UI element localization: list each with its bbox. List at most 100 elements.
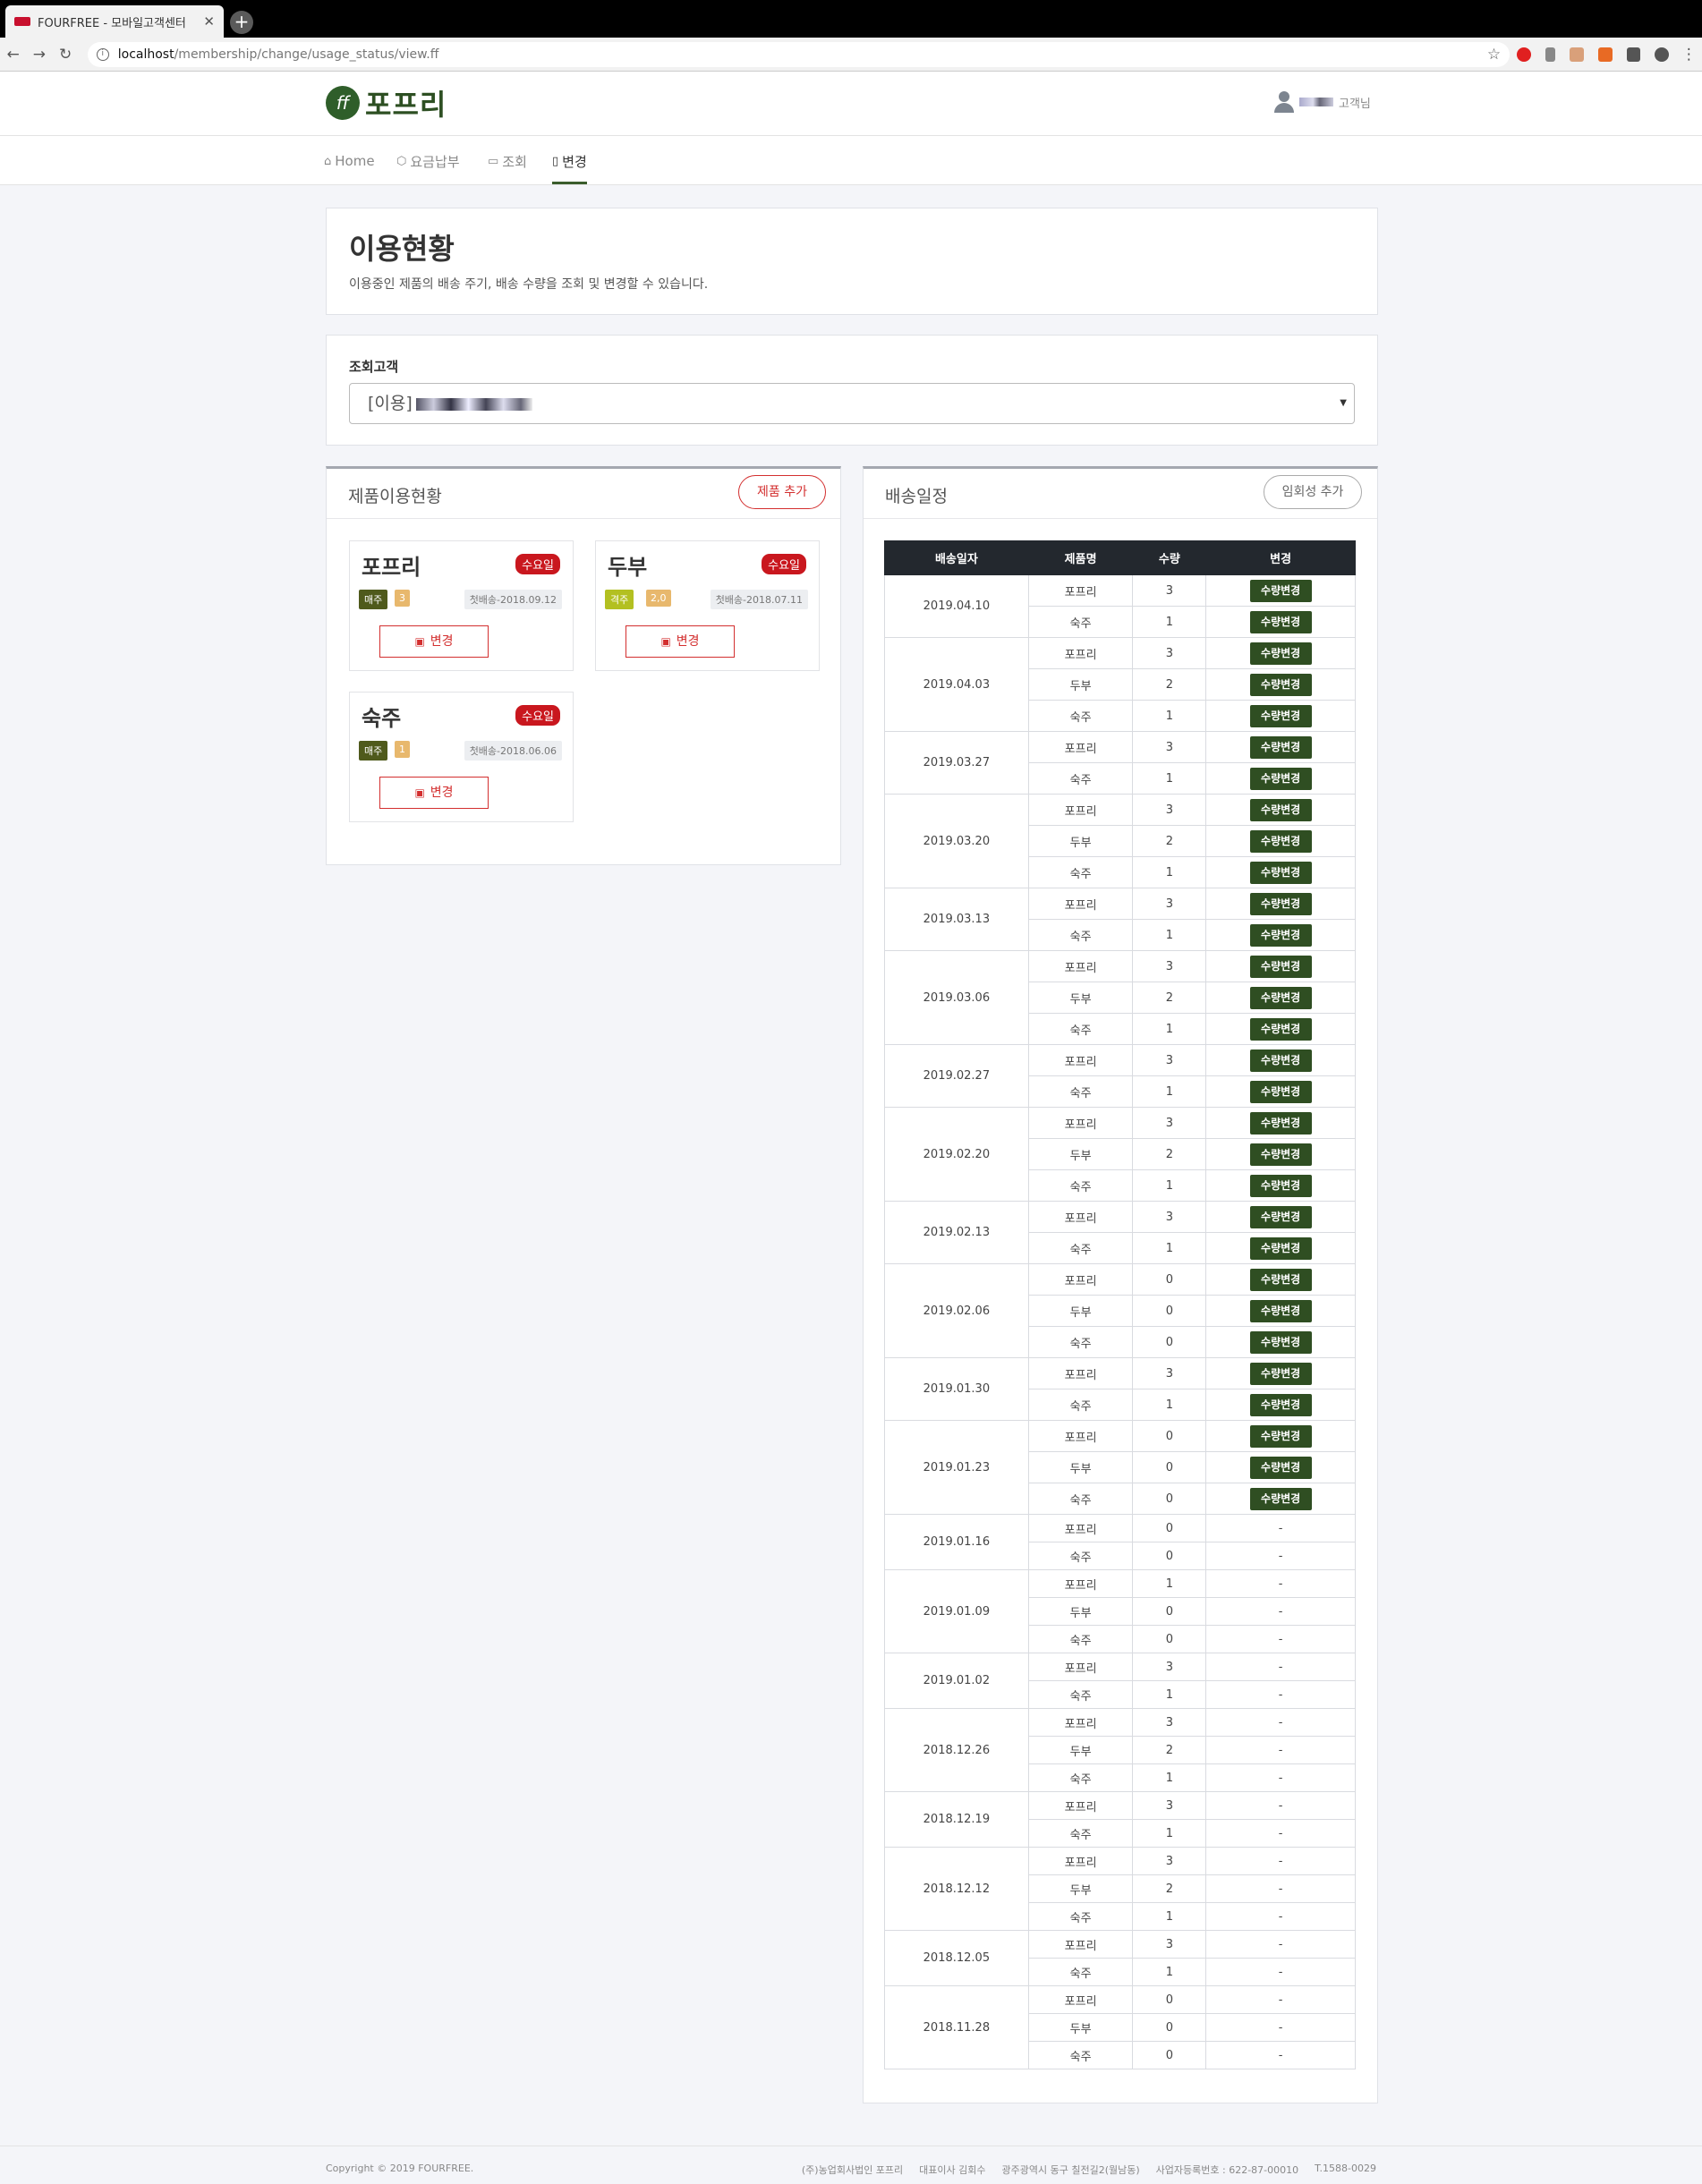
change-cell: 수량변경 — [1205, 1044, 1356, 1076]
change-quantity-button[interactable]: 수량변경 — [1249, 1049, 1312, 1072]
close-tab-icon[interactable]: ✕ — [203, 13, 215, 30]
quantity: 0 — [1132, 1985, 1207, 2014]
opera-extension-icon[interactable] — [1517, 47, 1531, 62]
product-name: 두부 — [608, 555, 648, 580]
footer: Copyright © 2019 FOURFREE. (주)농업회사법인 포프리… — [0, 2146, 1702, 2184]
change-quantity-button[interactable]: 수량변경 — [1249, 1111, 1312, 1134]
product-name: 두부 — [1027, 825, 1134, 857]
add-one-time-button[interactable]: 임회성 추가 — [1264, 475, 1362, 509]
change-quantity-button[interactable]: 수량변경 — [1249, 767, 1312, 790]
add-product-button[interactable]: 제품 추가 — [738, 475, 826, 509]
customer-select[interactable]: [이용] ▼ — [349, 383, 1355, 424]
logo[interactable]: ff 포프리 — [326, 82, 447, 123]
nav-home[interactable]: ⌂ Home — [324, 150, 375, 172]
no-change-dash: - — [1278, 1909, 1283, 1924]
notice-extension-icon[interactable] — [1626, 47, 1641, 62]
nav-inquiry[interactable]: ▭ 조회 — [488, 150, 527, 172]
change-quantity-button[interactable]: 수량변경 — [1249, 1080, 1312, 1103]
intro-panel: 이용현황 이용중인 제품의 배송 주기, 배송 수량을 조회 및 변경할 수 있… — [326, 208, 1378, 315]
nav-change[interactable]: ▯ 변경 — [552, 150, 587, 184]
change-quantity-button[interactable]: 수량변경 — [1249, 579, 1312, 602]
products-header: 제품이용현황 제품 추가 — [327, 469, 840, 519]
ie-tab-extension-icon[interactable] — [1597, 47, 1613, 62]
change-product-button[interactable]: ▣ 변경 — [625, 625, 735, 658]
delivery-date: 2019.04.10 — [884, 574, 1029, 638]
change-quantity-button[interactable]: 수량변경 — [1249, 1487, 1312, 1510]
delivery-day-badge: 수요일 — [762, 554, 806, 574]
quantity: 1 — [1132, 856, 1207, 888]
change-cell: - — [1205, 1874, 1356, 1903]
quantity: 1 — [1132, 1013, 1207, 1045]
change-quantity-button[interactable]: 수량변경 — [1249, 861, 1312, 884]
change-quantity-button[interactable]: 수량변경 — [1249, 673, 1312, 696]
change-quantity-button[interactable]: 수량변경 — [1249, 798, 1312, 821]
delivery-date: 2019.02.13 — [884, 1201, 1029, 1264]
nav-payment[interactable]: ⬡ 요금납부 — [396, 150, 460, 172]
change-quantity-button[interactable]: 수량변경 — [1249, 1362, 1312, 1385]
change-quantity-button[interactable]: 수량변경 — [1249, 1174, 1312, 1197]
no-change-dash: - — [1278, 1549, 1283, 1563]
change-quantity-button[interactable]: 수량변경 — [1249, 1143, 1312, 1166]
change-quantity-button[interactable]: 수량변경 — [1249, 829, 1312, 853]
product-name: 숙주 — [1027, 1389, 1134, 1421]
page-title: 이용현황 — [349, 232, 455, 266]
change-quantity-button[interactable]: 수량변경 — [1249, 1299, 1312, 1322]
quantity: 1 — [1132, 606, 1207, 638]
change-cell: - — [1205, 1514, 1356, 1542]
change-quantity-button[interactable]: 수량변경 — [1249, 1017, 1312, 1041]
no-change-dash: - — [1278, 1687, 1283, 1702]
change-cell: 수량변경 — [1205, 731, 1356, 763]
change-quantity-button[interactable]: 수량변경 — [1249, 735, 1312, 759]
new-tab-button[interactable]: + — [230, 11, 253, 34]
product-name: 숙주 — [1027, 1625, 1134, 1653]
url-field[interactable]: i localhost/membership/change/usage_stat… — [87, 41, 1511, 67]
forward-icon[interactable]: → — [26, 46, 52, 64]
change-product-button[interactable]: ▣ 변경 — [379, 777, 489, 809]
nav-change-label: 변경 — [562, 153, 587, 170]
change-cell: 수량변경 — [1205, 1075, 1356, 1108]
change-quantity-button[interactable]: 수량변경 — [1249, 1456, 1312, 1479]
change-quantity-button[interactable]: 수량변경 — [1249, 1236, 1312, 1260]
quantity: 0 — [1132, 1542, 1207, 1570]
change-quantity-button[interactable]: 수량변경 — [1249, 1424, 1312, 1448]
change-quantity-button[interactable]: 수량변경 — [1249, 610, 1312, 633]
url-path: /membership/change/usage_status/view.ff — [174, 47, 439, 62]
product-name: 포프리 — [1027, 637, 1134, 669]
change-quantity-button[interactable]: 수량변경 — [1249, 704, 1312, 727]
profile-icon[interactable] — [1655, 47, 1669, 62]
product-name: 두부 — [1027, 1736, 1134, 1764]
product-name: 포프리 — [1027, 950, 1134, 982]
product-name: 포프리 — [1027, 1107, 1134, 1139]
change-quantity-button[interactable]: 수량변경 — [1249, 642, 1312, 665]
vpn-extension-icon[interactable] — [1545, 47, 1556, 62]
bookmark-star-icon[interactable]: ☆ — [1487, 46, 1501, 64]
change-quantity-button[interactable]: 수량변경 — [1249, 986, 1312, 1009]
change-quantity-button[interactable]: 수량변경 — [1249, 892, 1312, 915]
browser-tab[interactable]: FOURFREE - 모바일고객센터 ✕ — [5, 5, 224, 38]
table-row: 2019.03.13 포프리 3 수량변경 — [884, 888, 1356, 951]
change-quantity-button[interactable]: 수량변경 — [1249, 1393, 1312, 1416]
info-icon[interactable]: i — [96, 47, 109, 61]
change-quantity-button[interactable]: 수량변경 — [1249, 1205, 1312, 1228]
change-quantity-button[interactable]: 수량변경 — [1249, 923, 1312, 947]
change-product-button[interactable]: ▣ 변경 — [379, 625, 489, 658]
product-name: 숙주 — [1027, 762, 1134, 795]
product-name: 포프리 — [1027, 1263, 1134, 1296]
change-quantity-button[interactable]: 수량변경 — [1249, 1330, 1312, 1354]
logo-mark-icon: ff — [326, 86, 360, 120]
quantity: 0 — [1132, 1483, 1207, 1515]
change-cell: - — [1205, 1625, 1356, 1653]
user-menu[interactable]: 고객님 — [1274, 91, 1371, 113]
back-icon[interactable]: ← — [0, 46, 26, 64]
quantity: 1 — [1132, 1763, 1207, 1792]
change-quantity-button[interactable]: 수량변경 — [1249, 1268, 1312, 1291]
change-cell: 수량변경 — [1205, 574, 1356, 607]
product-name: 포프리 — [1027, 794, 1134, 826]
change-quantity-button[interactable]: 수량변경 — [1249, 955, 1312, 978]
quantity: 1 — [1132, 1232, 1207, 1264]
menu-icon[interactable]: ⋮ — [1676, 46, 1702, 64]
pdf-extension-icon[interactable] — [1570, 47, 1584, 62]
reload-icon[interactable]: ↻ — [53, 46, 79, 64]
table-row: 2018.11.28 포프리 0- — [884, 1985, 1356, 2069]
url-host: localhost — [117, 47, 174, 62]
